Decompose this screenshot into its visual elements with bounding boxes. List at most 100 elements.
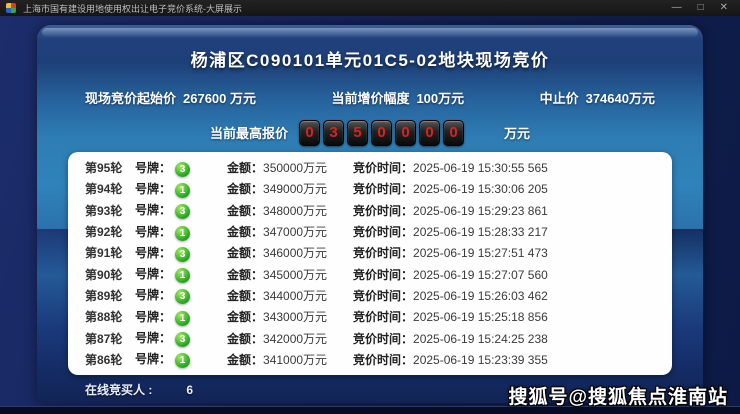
amount-label: 金额：: [227, 204, 263, 218]
time-value: 2025-06-19 15:27:51 473: [413, 246, 548, 260]
amount-label: 金额：: [227, 161, 263, 175]
bid-history-table: 第95轮 号牌：3 金额：350000万元 竞价时间：2025-06-19 15…: [68, 152, 672, 375]
plate-label: 号牌：: [135, 182, 171, 196]
plate-number-badge: 1: [175, 183, 190, 198]
plate-label: 号牌：: [135, 288, 171, 302]
plate-number-badge: 1: [175, 353, 190, 368]
highest-bid-row: 当前最高报价 0350000 万元: [37, 119, 703, 146]
highest-bid-label: 当前最高报价: [210, 123, 288, 142]
plate-number-badge: 1: [175, 268, 190, 283]
amount-label: 金额：: [227, 225, 263, 239]
amount-label: 金额：: [227, 353, 263, 367]
bid-time-cell: 竞价时间：2025-06-19 15:30:55 565: [353, 159, 672, 176]
time-label: 竞价时间：: [353, 182, 413, 196]
bid-row: 第92轮 号牌：1 金额：347000万元 竞价时间：2025-06-19 15…: [68, 221, 672, 242]
bid-plate-cell: 号牌： 3: [135, 286, 227, 304]
app-background: 杨浦区C090101单元01C5-02地块现场竞价 现场竞价起始价267600 …: [0, 16, 740, 414]
plate-label: 号牌：: [135, 331, 171, 345]
highest-bid-led-display: 0350000: [299, 120, 464, 146]
led-digit: 0: [299, 120, 320, 146]
amount-label: 金额：: [227, 246, 263, 260]
time-label: 竞价时间：: [353, 353, 413, 367]
bid-plate-cell: 号牌：3: [135, 159, 227, 177]
plate-label: 号牌：: [135, 225, 171, 239]
bid-row: 第94轮 号牌： 1 金额：349000万元 竞价时间：2025-06-19 15…: [68, 178, 672, 199]
bid-time-cell: 竞价时间：2025-06-19 15:28:33 217: [353, 223, 672, 240]
time-value: 2025-06-19 15:23:39 355: [413, 353, 548, 367]
amount-value: 345000万元: [263, 268, 327, 282]
amount-value: 348000万元: [263, 204, 327, 218]
close-button[interactable]: ✕: [720, 0, 728, 16]
bid-amount-cell: 金额：344000万元: [227, 287, 353, 304]
bid-time-cell: 竞价时间：2025-06-19 15:25:18 856: [353, 308, 672, 325]
bid-amount-cell: 金额：350000万元: [227, 159, 353, 176]
bid-time-cell: 竞价时间：2025-06-19 15:26:03 462: [353, 287, 672, 304]
amount-value: 350000万元: [263, 161, 327, 175]
bid-amount-cell: 金额：342000万元: [227, 330, 353, 347]
bid-round: 第92轮: [85, 223, 135, 240]
led-digit: 5: [347, 120, 368, 146]
time-label: 竞价时间：: [353, 204, 413, 218]
amount-value: 343000万元: [263, 310, 327, 324]
auction-panel: 杨浦区C090101单元01C5-02地块现场竞价 现场竞价起始价267600 …: [37, 25, 703, 403]
plate-number-badge: 3: [175, 204, 190, 219]
bid-amount-cell: 金额：349000万元: [227, 180, 353, 197]
time-value: 2025-06-19 15:27:07 560: [413, 268, 548, 282]
bid-time-cell: 竞价时间：2025-06-19 15:29:23 861: [353, 202, 672, 219]
amount-label: 金额：: [227, 182, 263, 196]
amount-value: 344000万元: [263, 289, 327, 303]
bid-plate-cell: 号牌：3: [135, 244, 227, 262]
amount-value: 347000万元: [263, 225, 327, 239]
online-bidders-label: 在线竞买人 :: [85, 381, 152, 398]
bid-row: 第88轮 号牌：1 金额：343000万元 竞价时间：2025-06-19 15…: [68, 306, 672, 327]
bid-amount-cell: 金额：347000万元: [227, 223, 353, 240]
led-digit: 3: [323, 120, 344, 146]
amount-value: 346000万元: [263, 246, 327, 260]
bid-round: 第93轮: [85, 202, 135, 219]
plate-number-badge: 1: [175, 311, 190, 326]
time-label: 竞价时间：: [353, 246, 413, 260]
time-value: 2025-06-19 15:26:03 462: [413, 289, 548, 303]
bid-plate-cell: 号牌： 1: [135, 180, 227, 198]
price-label: 中止价: [540, 91, 579, 106]
price-summary-item: 现场竞价起始价267600 万元: [85, 88, 256, 107]
plate-label: 号牌：: [135, 203, 171, 217]
time-label: 竞价时间：: [353, 268, 413, 282]
amount-value: 349000万元: [263, 182, 327, 196]
time-value: 2025-06-19 15:28:33 217: [413, 225, 548, 239]
highest-bid-unit: 万元: [504, 123, 530, 142]
bid-round: 第88轮: [85, 308, 135, 325]
bid-round: 第89轮: [85, 287, 135, 304]
bid-row: 第93轮 号牌： 3 金额：348000万元 竞价时间：2025-06-19 15…: [68, 200, 672, 221]
time-label: 竞价时间：: [353, 310, 413, 324]
bid-row: 第89轮 号牌： 3 金额：344000万元 竞价时间：2025-06-19 15…: [68, 285, 672, 306]
price-value: 374640万元: [586, 91, 655, 106]
bid-time-cell: 竞价时间：2025-06-19 15:27:51 473: [353, 244, 672, 261]
bid-amount-cell: 金额：348000万元: [227, 202, 353, 219]
plate-number-badge: 3: [175, 289, 190, 304]
bid-plate-cell: 号牌： 3: [135, 201, 227, 219]
bid-time-cell: 竞价时间：2025-06-19 15:23:39 355: [353, 351, 672, 368]
bid-plate-cell: 号牌： 1: [135, 265, 227, 283]
bid-amount-cell: 金额：345000万元: [227, 266, 353, 283]
bid-round: 第91轮: [85, 244, 135, 261]
time-value: 2025-06-19 15:24:25 238: [413, 332, 548, 346]
bid-plate-cell: 号牌：1: [135, 223, 227, 241]
bid-time-cell: 竞价时间：2025-06-19 15:30:06 205: [353, 180, 672, 197]
bid-round: 第90轮: [85, 266, 135, 283]
plate-label: 号牌：: [135, 161, 171, 175]
price-value: 100万元: [416, 91, 464, 106]
price-summary-row: 现场竞价起始价267600 万元 当前增价幅度100万元 中止价374640万元: [37, 88, 703, 107]
bid-round: 第86轮: [85, 351, 135, 368]
minimize-button[interactable]: —: [672, 0, 682, 16]
time-value: 2025-06-19 15:25:18 856: [413, 310, 548, 324]
time-label: 竞价时间：: [353, 225, 413, 239]
bid-round: 第94轮: [85, 180, 135, 197]
bid-amount-cell: 金额：343000万元: [227, 308, 353, 325]
window-title: 上海市国有建设用地使用权出让电子竞价系统-大屏展示: [23, 2, 672, 15]
bid-row: 第86轮 号牌：1 金额：341000万元 竞价时间：2025-06-19 15…: [68, 349, 672, 370]
time-label: 竞价时间：: [353, 332, 413, 346]
maximize-button[interactable]: □: [698, 0, 704, 16]
plate-label: 号牌：: [135, 267, 171, 281]
led-digit: 0: [419, 120, 440, 146]
